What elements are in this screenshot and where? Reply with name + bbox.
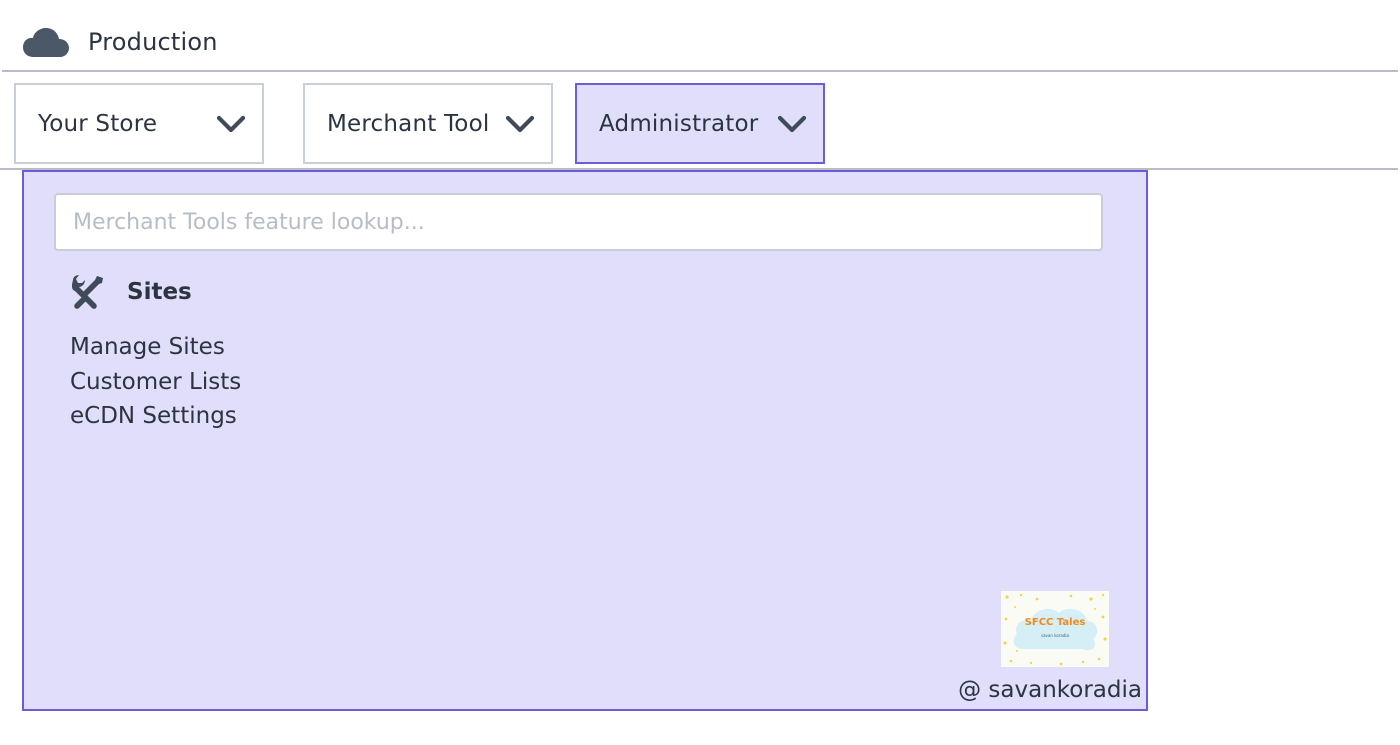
merchant-tool-menu-button[interactable]: Merchant Tool — [303, 83, 553, 164]
customer-lists-link[interactable]: Customer Lists — [70, 365, 241, 400]
tools-icon — [71, 275, 103, 309]
sites-section-title: Sites — [127, 279, 192, 305]
your-store-menu-label: Your Store — [38, 110, 158, 137]
your-store-menu-button[interactable]: Your Store — [14, 83, 264, 164]
cloud-icon — [23, 28, 69, 57]
sites-menu-list: Manage Sites Customer Lists eCDN Setting… — [70, 330, 241, 434]
feature-lookup-input[interactable] — [54, 193, 1103, 251]
administrator-menu-button[interactable]: Administrator — [575, 83, 825, 164]
logo-subtitle: savan koradia — [1041, 633, 1069, 638]
author-credit: @ savankoradia — [958, 677, 1142, 703]
merchant-tool-menu-label: Merchant Tool — [327, 110, 490, 137]
chevron-down-icon — [216, 115, 246, 133]
logo-title: SFCC Tales — [1024, 617, 1086, 628]
top-bar: Production — [0, 0, 1400, 72]
header-divider — [2, 70, 1398, 72]
chevron-down-icon — [777, 115, 807, 133]
sites-section-header: Sites — [69, 274, 192, 310]
manage-sites-link[interactable]: Manage Sites — [70, 330, 241, 365]
administrator-menu-label: Administrator — [599, 110, 759, 137]
ecdn-settings-link[interactable]: eCDN Settings — [70, 399, 241, 434]
administrator-dropdown-panel: Sites Manage Sites Customer Lists eCDN S… — [22, 170, 1148, 711]
environment-title: Production — [88, 28, 218, 56]
sfcc-tales-logo — [1001, 591, 1109, 667]
chevron-down-icon — [505, 115, 535, 133]
